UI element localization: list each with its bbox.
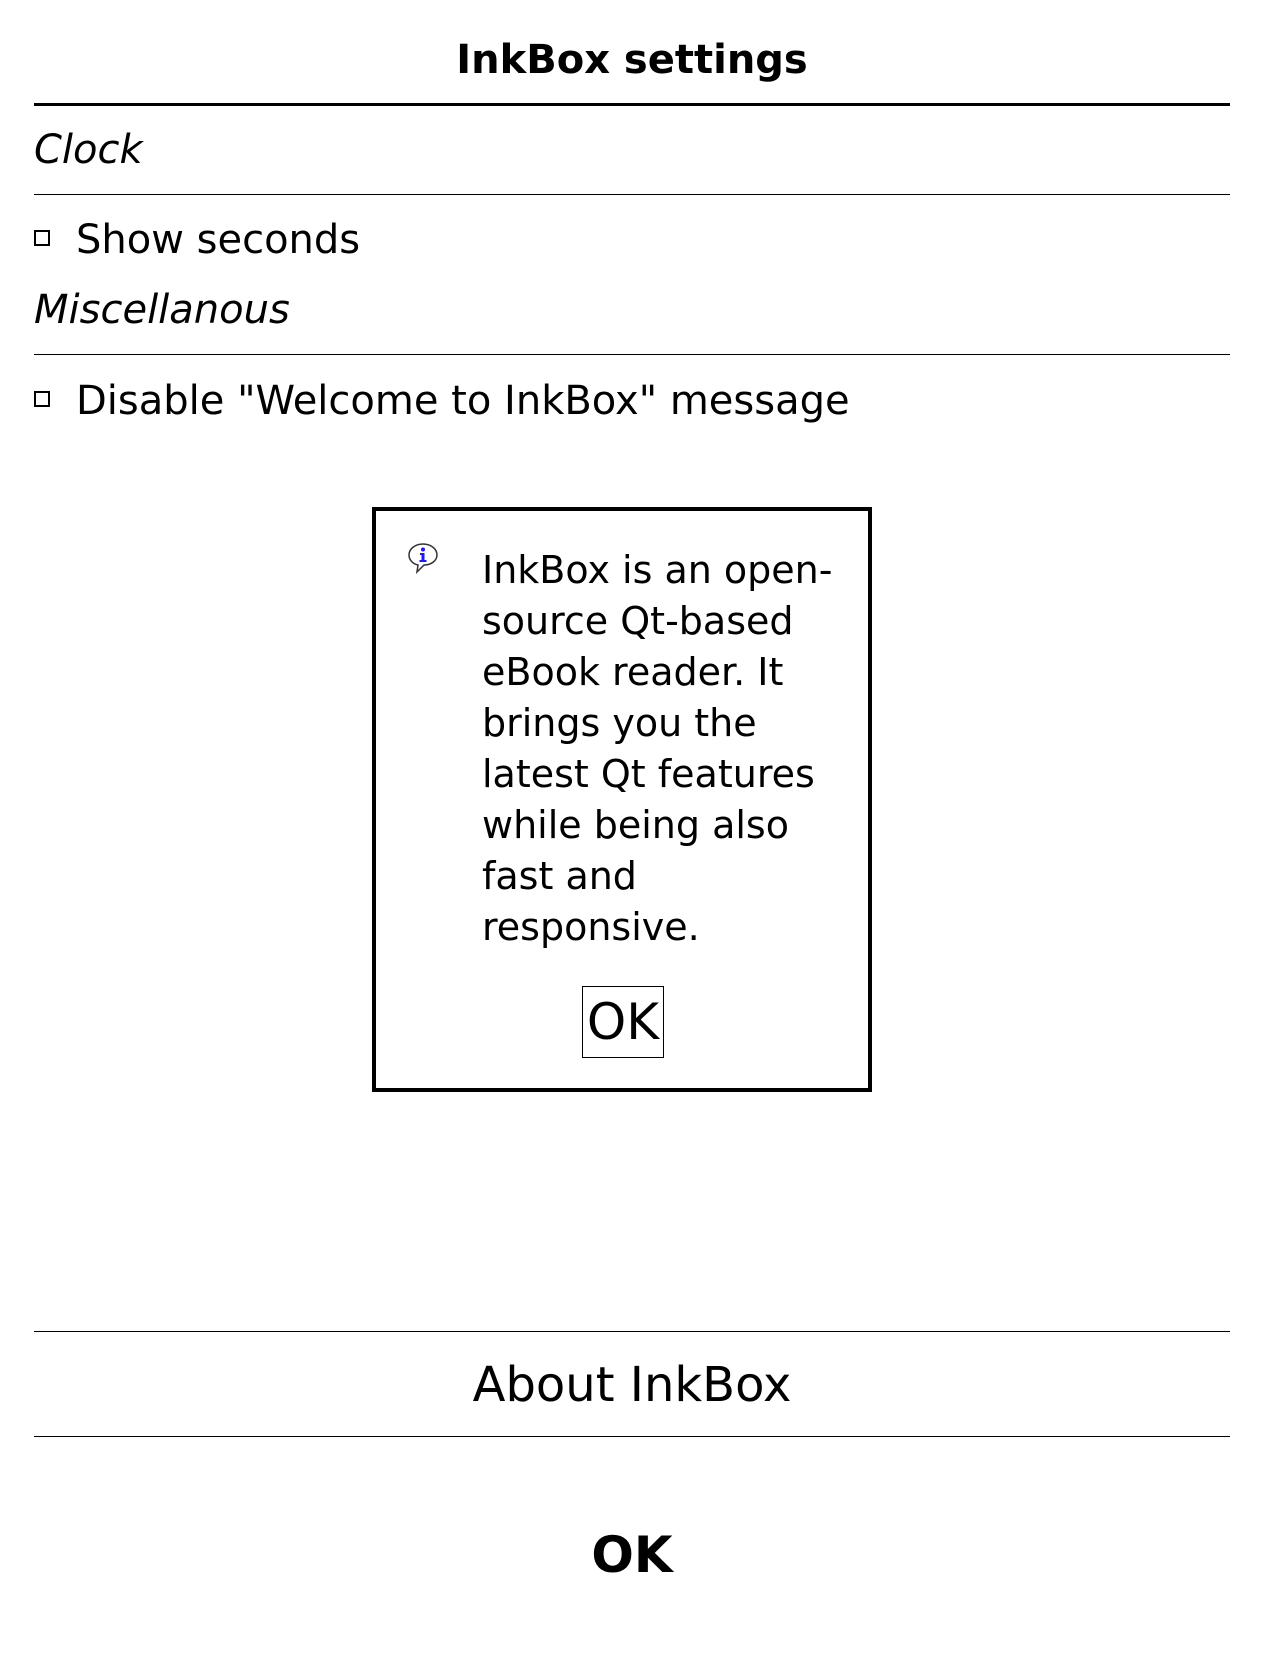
page-title: InkBox settings: [456, 37, 808, 83]
clock-divider: [34, 194, 1230, 195]
disable-welcome-checkbox[interactable]: Disable "Welcome to InkBox" message: [34, 375, 850, 427]
section-label-clock: Clock: [34, 127, 143, 173]
dialog-ok-button[interactable]: OK: [582, 986, 664, 1058]
checkbox-box-icon[interactable]: [34, 391, 50, 407]
about-bottom-divider: [34, 1436, 1230, 1437]
info-icon: [406, 541, 440, 575]
about-inkbox-button[interactable]: About InkBox: [34, 1333, 1230, 1437]
title-divider: [34, 103, 1230, 106]
checkbox-box-icon[interactable]: [34, 230, 50, 246]
disable-welcome-label: Disable "Welcome to InkBox" message: [76, 378, 850, 424]
section-label-miscellaneous: Miscellanous: [34, 287, 290, 333]
misc-divider: [34, 354, 1230, 355]
show-seconds-checkbox[interactable]: Show seconds: [34, 214, 360, 266]
show-seconds-label: Show seconds: [76, 217, 361, 263]
ok-button[interactable]: OK: [0, 1520, 1264, 1590]
about-top-divider: [34, 1331, 1230, 1332]
dialog-message: InkBox is an open-source Qt-based eBook …: [482, 548, 833, 949]
about-dialog: InkBox is an open-source Qt-based eBook …: [372, 507, 872, 1092]
